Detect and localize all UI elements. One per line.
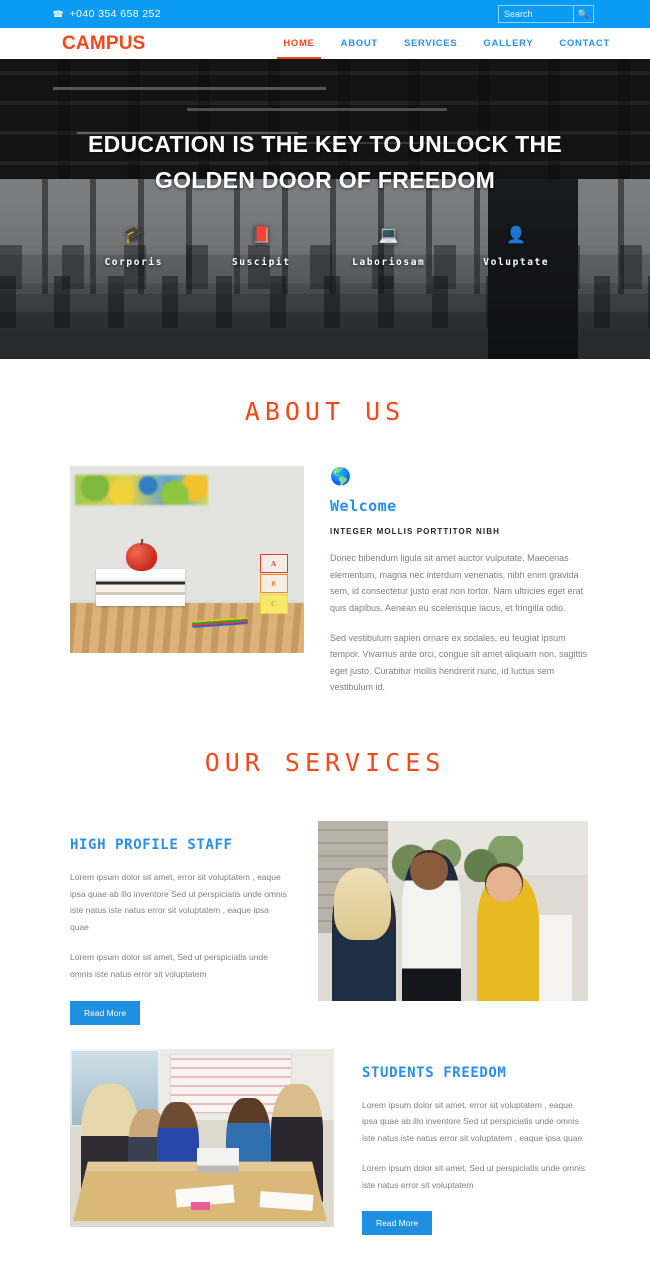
about-body: A B C 🌎 Welcome INTEGER MOLLIS PORTTITOR… — [0, 426, 650, 696]
service-text: STUDENTS FREEDOM Lorem ipsum dolor sit a… — [362, 1049, 588, 1236]
phone-number[interactable]: ☎ +040 354 658 252 — [52, 8, 161, 20]
service-paragraph: Lorem ipsum dolor sit amet, Sed ut persp… — [362, 1163, 585, 1190]
service-paragraph: Lorem ipsum dolor sit amet, error sit vo… — [362, 1099, 583, 1143]
search-button[interactable]: 🔍 — [573, 6, 593, 22]
hero-feature-voluptate[interactable]: 👤 Voluptate — [453, 226, 581, 270]
about-section: ABOUT US A B C 🌎 Welcome INTEGER MOLLIS … — [0, 359, 650, 696]
services-section: OUR SERVICES HIGH PROFILE STAFF Lorem ip… — [0, 696, 650, 1236]
hero-feature-label: Laboriosam — [352, 257, 426, 269]
graduation-cap-icon: 🎓 — [123, 227, 144, 245]
hero-feature-label: Voluptate — [483, 257, 550, 269]
hero-title: EDUCATION IS THE KEY TO UNLOCK THE GOLDE… — [87, 131, 563, 193]
service-image-paper — [259, 1190, 314, 1211]
search-box[interactable]: 🔍 — [498, 5, 594, 23]
service-image-students-outdoors — [318, 821, 588, 1002]
hero-feature-label: Corporis — [104, 257, 164, 269]
service-title: HIGH PROFILE STAFF — [70, 837, 233, 854]
service-title: STUDENTS FREEDOM — [362, 1064, 507, 1081]
block-letter: A — [259, 553, 288, 574]
user-icon: 👤 — [506, 227, 527, 245]
about-image-artwork — [74, 475, 209, 506]
globe-icon: 🌎 — [330, 467, 352, 486]
nav-item-services[interactable]: SERVICES — [404, 28, 457, 59]
search-icon: 🔍 — [577, 8, 590, 19]
phone-number-text: +040 354 658 252 — [69, 8, 161, 20]
top-bar: ☎ +040 354 658 252 🔍 — [0, 0, 650, 28]
about-image-alphabet-blocks: A B C — [259, 553, 288, 614]
hero-content: EDUCATION IS THE KEY TO UNLOCK THE GOLDE… — [0, 59, 650, 359]
about-paragraph: Sed vestibulum sapien ornare ex sodales,… — [330, 632, 587, 693]
hero-feature-list: 🎓 Corporis 📕 Suscipit 💻 Laboriosam 👤 Vol… — [0, 226, 650, 270]
main-navigation: HOME ABOUT SERVICES GALLERY CONTACT — [277, 28, 610, 60]
service-paragraph: Lorem ipsum dolor sit amet, error sit vo… — [70, 872, 287, 932]
hero-banner: EDUCATION IS THE KEY TO UNLOCK THE GOLDE… — [0, 59, 650, 359]
page-bottom-spacer — [0, 1235, 650, 1287]
service-image-sticky-note — [191, 1201, 210, 1211]
hero-feature-corporis[interactable]: 🎓 Corporis — [70, 226, 198, 270]
about-image-books — [95, 568, 185, 607]
nav-item-about[interactable]: ABOUT — [341, 28, 378, 59]
nav-item-home[interactable]: HOME — [277, 28, 322, 60]
service-image-person-center-head — [409, 849, 448, 890]
nav-item-gallery[interactable]: GALLERY — [483, 28, 533, 59]
phone-icon: ☎ — [52, 8, 64, 19]
nav-item-contact[interactable]: CONTACT — [559, 28, 610, 59]
read-more-button[interactable]: Read More — [362, 1211, 433, 1236]
about-image: A B C — [70, 466, 304, 653]
block-letter: B — [259, 574, 288, 594]
block-letter: C — [259, 594, 288, 614]
hero-feature-label: Suscipit — [231, 257, 291, 269]
about-title: Welcome — [330, 497, 397, 515]
about-subtitle: INTEGER MOLLIS PORTTITOR NIBH — [330, 527, 500, 536]
search-input[interactable] — [499, 6, 573, 22]
read-more-button[interactable]: Read More — [70, 1000, 141, 1025]
services-heading: OUR SERVICES — [204, 748, 446, 778]
about-text: 🌎 Welcome INTEGER MOLLIS PORTTITOR NIBH … — [330, 466, 588, 696]
service-image-laptop — [196, 1148, 239, 1174]
about-paragraph: Donec bibendum ligula sit amet auctor vu… — [330, 553, 584, 613]
service-image-person-right-head — [485, 862, 524, 903]
book-icon: 📕 — [251, 227, 272, 245]
about-heading: ABOUT US — [244, 397, 406, 426]
hero-feature-suscipit[interactable]: 📕 Suscipit — [198, 226, 326, 270]
service-image-students-group — [70, 1048, 334, 1227]
service-paragraph: Lorem ipsum dolor sit amet, Sed ut persp… — [70, 952, 268, 979]
site-logo[interactable]: CAMPUS — [62, 33, 146, 55]
service-text: HIGH PROFILE STAFF Lorem ipsum dolor sit… — [70, 821, 290, 1025]
hero-feature-laboriosam[interactable]: 💻 Laboriosam — [325, 226, 453, 270]
service-image-person-left-hair — [334, 867, 391, 940]
laptop-icon: 💻 — [378, 227, 399, 245]
about-image-apple — [126, 542, 157, 571]
service-item-high-profile-staff: HIGH PROFILE STAFF Lorem ipsum dolor sit… — [0, 821, 650, 1025]
service-item-students-freedom: STUDENTS FREEDOM Lorem ipsum dolor sit a… — [0, 1048, 650, 1236]
site-header: CAMPUS HOME ABOUT SERVICES GALLERY CONTA… — [0, 28, 650, 60]
